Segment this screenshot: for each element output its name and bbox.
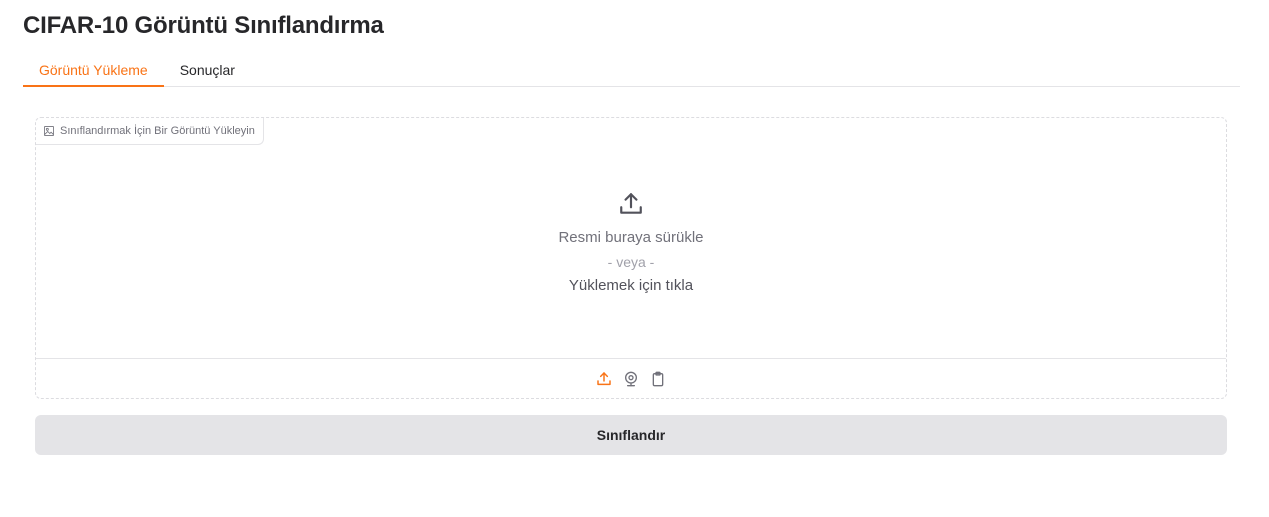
- drop-instruction: Resmi buraya sürükle: [558, 229, 704, 246]
- upload-label: Sınıflandırmak İçin Bir Görüntü Yükleyin: [36, 118, 264, 145]
- tab-image-upload[interactable]: Görüntü Yükleme: [23, 56, 164, 87]
- upload-label-text: Sınıflandırmak İçin Bir Görüntü Yükleyin: [60, 125, 255, 137]
- classify-button[interactable]: Sınıflandır: [35, 415, 1227, 455]
- upload-icon: [597, 371, 611, 385]
- source-selector: [36, 358, 1226, 398]
- clipboard-source-button[interactable]: [650, 370, 667, 387]
- or-separator: - veya -: [607, 254, 655, 270]
- tab-bar: Görüntü Yükleme Sonuçlar: [23, 56, 1240, 87]
- image-upload-block: Resmi buraya sürükle - veya - Yüklemek i…: [35, 117, 1227, 399]
- click-to-upload-text: Yüklemek için tıkla: [568, 277, 694, 294]
- tab-results[interactable]: Sonuçlar: [164, 56, 251, 87]
- webcam-source-button[interactable]: [623, 370, 640, 387]
- app-page: CIFAR-10 Görüntü Sınıflandırma Görüntü Y…: [0, 0, 1269, 517]
- image-dropzone[interactable]: Resmi buraya sürükle - veya - Yüklemek i…: [36, 118, 1226, 359]
- upload-source-button[interactable]: [596, 370, 613, 387]
- clipboard-icon: [652, 371, 664, 386]
- page-title: CIFAR-10 Görüntü Sınıflandırma: [23, 12, 384, 39]
- image-icon: [44, 126, 54, 136]
- webcam-icon: [625, 371, 637, 386]
- upload-icon: [620, 193, 642, 214]
